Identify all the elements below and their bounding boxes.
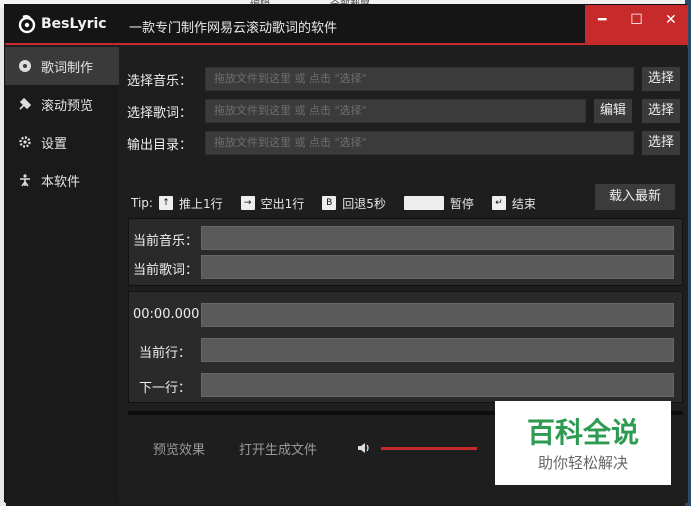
select-output-button[interactable]: 选择 bbox=[642, 131, 680, 155]
current-line-label: 当前行： bbox=[139, 346, 192, 361]
next-line-label: 下一行： bbox=[139, 381, 192, 396]
preview-effect-link[interactable]: 预览效果 bbox=[153, 439, 205, 458]
next-line-field bbox=[201, 373, 674, 397]
lyric-label: 选择歌词： bbox=[127, 106, 193, 121]
app-name: BesLyric bbox=[41, 16, 107, 32]
tip-pause: 暂停 bbox=[449, 196, 474, 211]
music-select-row: 选择音乐： 拖放文件到这里 或 点击 "选择" 选择 bbox=[127, 67, 680, 91]
space-key-icon bbox=[403, 196, 444, 210]
next-line-row: 下一行： bbox=[133, 373, 678, 397]
sidebar-item-label: 滚动预览 bbox=[41, 98, 94, 114]
music-label: 选择音乐： bbox=[127, 74, 193, 89]
current-file-panel: 当前音乐： 当前歌词： bbox=[128, 218, 683, 286]
enter-key-icon: ↵ bbox=[491, 196, 506, 210]
arrow-up-key-icon: ↑ bbox=[158, 196, 173, 210]
current-lyric-label: 当前歌词： bbox=[133, 263, 199, 278]
sidebar: 歌词制作 滚动预览 设置 本软件 bbox=[5, 47, 119, 503]
lyric-path-input[interactable]: 拖放文件到这里 或 点击 "选择" bbox=[205, 99, 586, 123]
output-select-row: 输出目录： 拖放文件到这里 或 点击 "选择" 选择 bbox=[127, 131, 680, 155]
speaker-icon[interactable] bbox=[357, 442, 371, 457]
sidebar-item-label: 歌词制作 bbox=[41, 60, 94, 76]
sidebar-item-label: 本软件 bbox=[41, 174, 81, 190]
title-bar[interactable]: BesLyric 一款专门制作网易云滚动歌词的软件 ━ ☐ ✕ bbox=[5, 5, 688, 45]
plug-icon bbox=[17, 96, 33, 112]
maximize-button[interactable]: ☐ bbox=[619, 5, 653, 45]
current-music-row: 当前音乐： bbox=[133, 226, 678, 250]
sidebar-item-settings[interactable]: 设置 bbox=[5, 123, 119, 161]
current-line-field bbox=[201, 338, 674, 362]
tip-empty-line: 空出1行 bbox=[260, 196, 305, 211]
info-icon bbox=[17, 172, 33, 188]
shortcut-tips: Tip: ↑ 推上1行 → 空出1行 B 回退5秒 暂停 ↵ 结束 bbox=[131, 193, 536, 213]
open-output-file-link[interactable]: 打开生成文件 bbox=[239, 439, 317, 458]
select-lyric-button[interactable]: 选择 bbox=[642, 99, 680, 123]
tip-rewind: 回退5秒 bbox=[342, 196, 386, 211]
current-lyric-row: 当前歌词： bbox=[133, 255, 678, 279]
sidebar-item-about[interactable]: 本软件 bbox=[5, 161, 119, 199]
time-row: 00:00.000 bbox=[133, 303, 678, 327]
tip-prefix: Tip: bbox=[131, 196, 153, 210]
sidebar-item-scroll-preview[interactable]: 滚动预览 bbox=[5, 85, 119, 123]
watermark-subtitle: 助你轻松解决 bbox=[537, 454, 628, 472]
edit-lyric-button[interactable]: 编辑 bbox=[594, 99, 632, 123]
current-line-row: 当前行： bbox=[133, 338, 678, 362]
current-time: 00:00.000 bbox=[133, 307, 200, 322]
select-music-button[interactable]: 选择 bbox=[642, 67, 680, 91]
window-controls: ━ ☐ ✕ bbox=[585, 5, 688, 45]
output-path-input[interactable]: 拖放文件到这里 或 点击 "选择" bbox=[205, 131, 634, 155]
volume-slider-fill bbox=[381, 447, 477, 450]
sidebar-item-lyric-making[interactable]: 歌词制作 bbox=[5, 47, 119, 85]
load-latest-button[interactable]: 载入最新 bbox=[595, 184, 675, 210]
current-lyric-field bbox=[201, 255, 674, 279]
app-subtitle: 一款专门制作网易云滚动歌词的软件 bbox=[129, 21, 338, 36]
sidebar-item-label: 设置 bbox=[41, 136, 68, 152]
tip-end: 结束 bbox=[511, 196, 536, 211]
b-key-icon: B bbox=[322, 196, 337, 210]
watermark-title: 百科全说 bbox=[526, 416, 639, 449]
minimize-button[interactable]: ━ bbox=[585, 5, 619, 45]
arrow-right-key-icon: → bbox=[240, 196, 255, 210]
watermark: 百科全说 助你轻松解决 bbox=[495, 401, 671, 485]
gear-icon bbox=[17, 134, 33, 150]
disc-icon bbox=[17, 58, 33, 74]
tip-push-up: 推上1行 bbox=[178, 196, 223, 211]
app-window: BesLyric 一款专门制作网易云滚动歌词的软件 ━ ☐ ✕ 歌词制作 滚动预… bbox=[4, 4, 688, 503]
current-music-field bbox=[201, 226, 674, 250]
beslyric-logo-icon bbox=[18, 15, 36, 34]
music-path-input[interactable]: 拖放文件到这里 或 点击 "选择" bbox=[205, 67, 634, 91]
output-label: 输出目录： bbox=[127, 138, 193, 153]
lyric-select-row: 选择歌词： 拖放文件到这里 或 点击 "选择" 编辑 选择 bbox=[127, 99, 680, 123]
volume-slider[interactable] bbox=[381, 447, 477, 450]
close-button[interactable]: ✕ bbox=[654, 5, 688, 45]
time-line-field bbox=[201, 303, 674, 327]
timing-panel: 00:00.000 当前行： 下一行： bbox=[128, 291, 683, 403]
current-music-label: 当前音乐： bbox=[133, 234, 199, 249]
